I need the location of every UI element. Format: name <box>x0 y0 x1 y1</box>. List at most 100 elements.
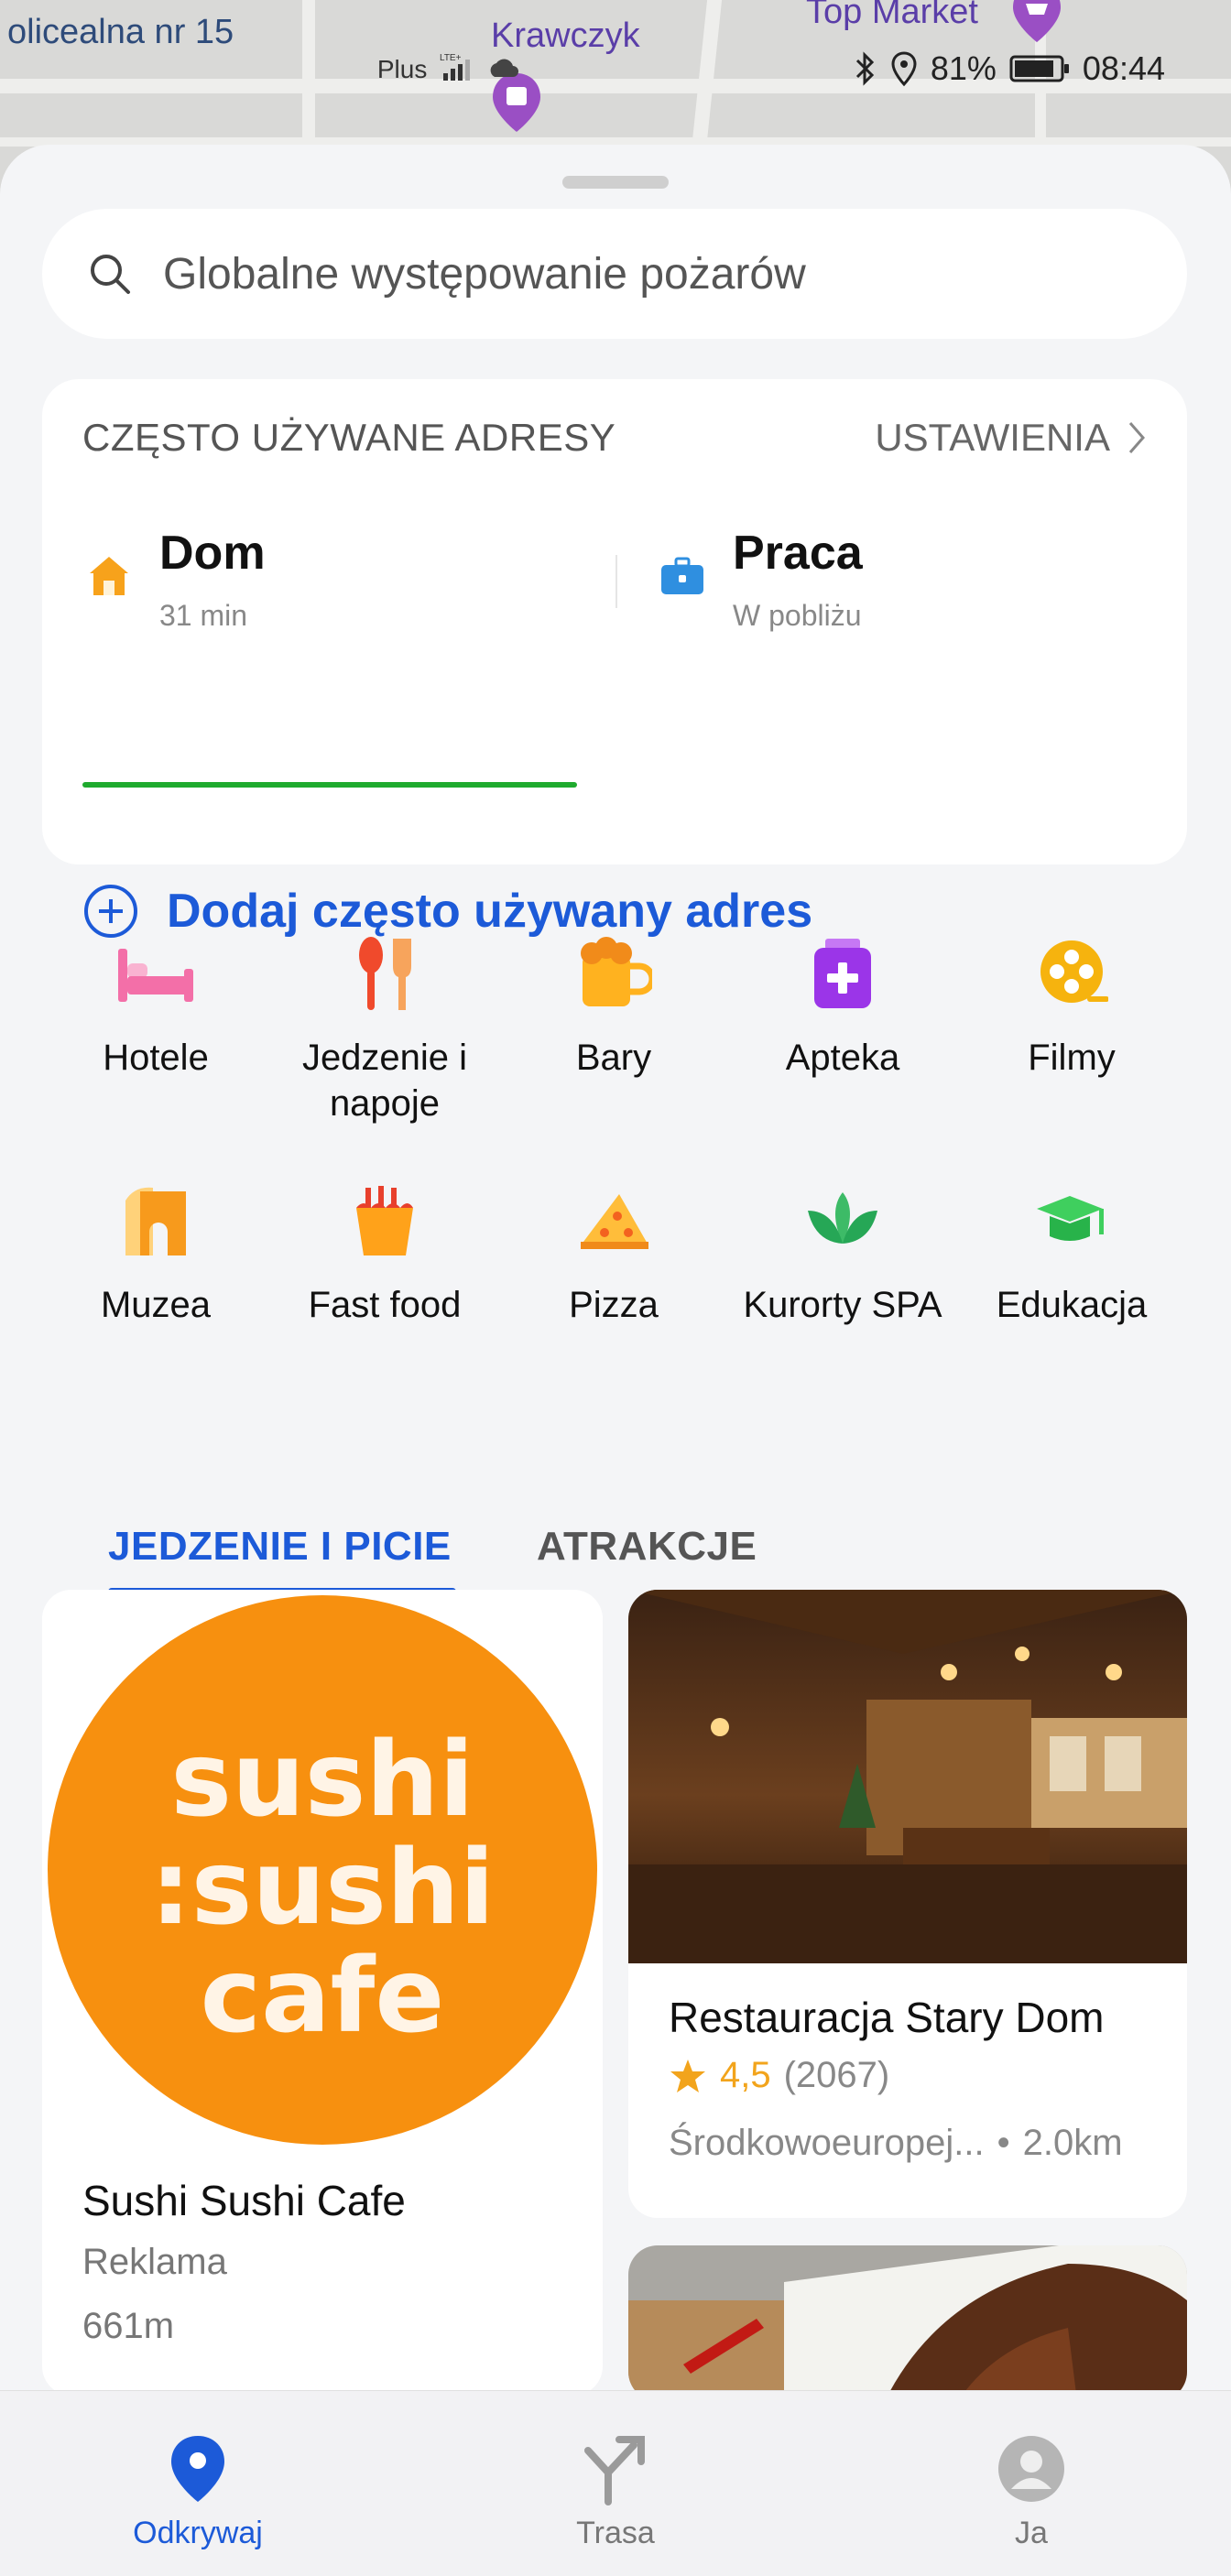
pizza-icon <box>581 1194 648 1249</box>
category-label: Pizza <box>569 1285 659 1325</box>
poi-pin-icon[interactable] <box>1011 0 1062 46</box>
film-reel-icon <box>1040 940 1108 1003</box>
weather-cloud-icon <box>490 59 518 77</box>
cutlery-icon <box>359 937 411 1010</box>
lotus-icon <box>808 1192 877 1244</box>
home-address[interactable]: Dom 31 min <box>84 526 266 633</box>
category-label: Hotele <box>103 1038 209 1078</box>
search-input[interactable]: Globalne występowanie pożarów <box>163 249 806 299</box>
map-poi-label: Top Market <box>806 0 978 31</box>
work-label: Praca <box>733 527 863 580</box>
nav-odkrywaj[interactable]: Odkrywaj <box>97 2428 299 2551</box>
category-label: Kurorty SPA <box>743 1285 942 1325</box>
logo-text-line: :sushi <box>150 1829 495 1948</box>
map-poi-label: Krawczyk <box>491 16 640 55</box>
briefcase-icon <box>661 557 703 594</box>
settings-label: USTAWIENIA <box>875 416 1110 459</box>
bottom-navigation: Odkrywaj Trasa Ja <box>0 2390 1231 2576</box>
ad-label: Reklama <box>82 2242 227 2282</box>
home-label: Dom <box>159 527 266 580</box>
fastfood-icon <box>356 1186 413 1255</box>
add-frequent-address-button[interactable]: Dodaj często używany adres <box>82 883 812 940</box>
restaurant-photo <box>628 1590 1187 1963</box>
battery-icon <box>1009 55 1069 82</box>
rating-row: 4,5 (2067) <box>669 2055 889 2096</box>
place-distance: 661m <box>82 2306 175 2346</box>
category-hotele[interactable]: Hotele <box>55 932 256 1081</box>
category-filmy[interactable]: Filmy <box>971 932 1172 1081</box>
pharmacy-icon <box>814 939 871 1008</box>
food-photo <box>628 2245 1187 2401</box>
profile-avatar-icon <box>998 2436 1064 2502</box>
home-eta: 31 min <box>159 599 248 632</box>
add-circle-icon <box>84 885 137 938</box>
chevron-right-icon <box>1128 422 1145 453</box>
category-muzea[interactable]: Muzea <box>55 1179 256 1328</box>
graduation-cap-icon <box>1037 1196 1104 1241</box>
bed-icon <box>118 949 193 1002</box>
tab-atrakcje[interactable]: ATRAKCJE <box>537 1524 757 1570</box>
network-label: Plus <box>376 55 428 83</box>
place-distance: 2.0km <box>1022 2123 1123 2163</box>
nav-ja[interactable]: Ja <box>931 2428 1132 2551</box>
category-jedzenie[interactable]: Jedzenie i napoje <box>284 932 485 1126</box>
category-label: Filmy <box>1028 1038 1116 1078</box>
separator-dot: • <box>997 2123 1010 2163</box>
category-edukacja[interactable]: Edukacja <box>971 1179 1172 1328</box>
place-name: Restauracja Stary Dom <box>669 1994 1105 2041</box>
category-label: Edukacja <box>996 1285 1148 1325</box>
sushi-logo: sushi :sushi cafe <box>42 1590 603 2158</box>
map-street-label: olicealna nr 15 <box>7 13 234 51</box>
svg-text:LTE+: LTE+ <box>440 53 462 63</box>
logo-text-line: sushi <box>170 1721 474 1840</box>
frequent-addresses-card: CZĘSTO UŻYWANE ADRESY USTAWIENIA Dom 31 … <box>42 379 1187 938</box>
place-card-food[interactable] <box>628 2245 1187 2401</box>
category-label: Fast food <box>308 1285 462 1325</box>
address-divider <box>616 555 617 608</box>
nav-label: Odkrywaj <box>133 2516 263 2550</box>
signal-icon: LTE+ <box>440 53 470 81</box>
tab-jedzenie-i-picie[interactable]: JEDZENIE I PICIE <box>108 1524 452 1570</box>
status-bar: Plus LTE+ 81% 08:44 <box>377 49 1165 88</box>
work-address[interactable]: Praca W pobliżu <box>658 526 863 633</box>
location-icon <box>891 51 917 87</box>
cuisine-type: Środkowoeuropej... <box>669 2123 985 2163</box>
search-bar[interactable]: Globalne występowanie pożarów <box>42 209 1187 339</box>
nav-trasa[interactable]: Trasa <box>515 2428 716 2551</box>
search-icon <box>91 255 130 294</box>
category-label: Muzea <box>100 1285 212 1325</box>
category-apteka[interactable]: Apteka <box>742 932 943 1081</box>
settings-link[interactable]: USTAWIENIA <box>875 416 1147 460</box>
category-pizza[interactable]: Pizza <box>513 1179 714 1328</box>
star-icon <box>670 2059 705 2092</box>
add-frequent-address-label: Dodaj często używany adres <box>167 885 813 938</box>
place-name: Sushi Sushi Cafe <box>82 2177 406 2224</box>
drag-handle[interactable] <box>562 176 669 189</box>
work-eta: W pobliżu <box>733 599 862 632</box>
place-card-restaurant[interactable]: Restauracja Stary Dom 4,5 (2067) Środkow… <box>628 1590 1187 2218</box>
category-spa[interactable]: Kurorty SPA <box>742 1179 943 1328</box>
category-label: Jedzenie i napoje <box>301 1038 468 1124</box>
category-bary[interactable]: Bary <box>513 932 714 1081</box>
home-icon <box>90 557 128 595</box>
clock: 08:44 <box>1082 49 1165 87</box>
category-fastfood[interactable]: Fast food <box>284 1179 485 1328</box>
review-count: (2067) <box>783 2055 890 2095</box>
beer-icon <box>581 937 652 1006</box>
cuisine-row: Środkowoeuropej... • 2.0km <box>669 2123 1123 2164</box>
home-route-progress <box>82 782 577 788</box>
nav-label: Ja <box>1015 2516 1048 2550</box>
logo-text-line: cafe <box>201 1937 445 2056</box>
bluetooth-icon <box>855 51 874 86</box>
frequent-addresses-header: CZĘSTO UŻYWANE ADRESY <box>82 416 616 459</box>
category-label: Apteka <box>785 1038 900 1078</box>
place-card-sushi[interactable]: sushi :sushi cafe Sushi Sushi Cafe Rekla… <box>42 1590 603 2396</box>
poi-pin-icon[interactable] <box>491 71 542 136</box>
category-label: Bary <box>575 1038 652 1078</box>
rating-value: 4,5 <box>720 2055 771 2095</box>
bottom-sheet: Globalne występowanie pożarów CZĘSTO UŻY… <box>0 145 1231 2576</box>
nav-label: Trasa <box>576 2516 655 2550</box>
museum-icon <box>125 1187 186 1255</box>
location-pin-icon <box>171 2436 224 2502</box>
route-icon <box>584 2436 645 2505</box>
